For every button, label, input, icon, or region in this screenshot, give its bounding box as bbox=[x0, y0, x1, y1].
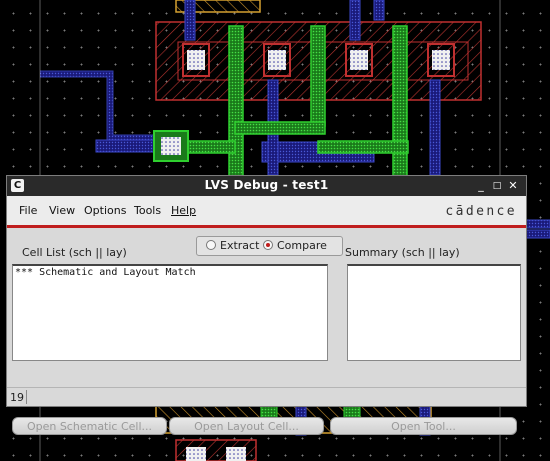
extract-radio-label[interactable]: Extract bbox=[220, 239, 259, 252]
minimize-button[interactable]: _ bbox=[474, 179, 488, 193]
menu-tools[interactable]: Tools bbox=[134, 204, 161, 217]
menu-options[interactable]: Options bbox=[84, 204, 126, 217]
open-tool-button[interactable]: Open Tool... bbox=[330, 417, 517, 435]
maximize-button[interactable]: □ bbox=[490, 179, 504, 193]
mode-radio-group: Extract Compare bbox=[196, 236, 343, 256]
compare-radio[interactable] bbox=[263, 240, 273, 250]
status-divider bbox=[26, 390, 27, 404]
extract-radio[interactable] bbox=[206, 240, 216, 250]
menu-file[interactable]: File bbox=[19, 204, 37, 217]
close-button[interactable]: ✕ bbox=[506, 179, 520, 193]
status-count: 19 bbox=[10, 391, 24, 404]
cadence-logo: cādence bbox=[445, 204, 517, 219]
menu-help[interactable]: Help bbox=[171, 204, 196, 217]
lvs-debug-dialog: C LVS Debug - test1 _ □ ✕ File View Opti… bbox=[6, 175, 527, 435]
cell-list-box[interactable]: *** Schematic and Layout Match bbox=[12, 264, 328, 361]
menu-view[interactable]: View bbox=[49, 204, 75, 217]
list-item[interactable]: *** Schematic and Layout Match bbox=[13, 266, 327, 278]
cell-list-label: Cell List (sch || lay) bbox=[22, 246, 127, 259]
compare-radio-label[interactable]: Compare bbox=[277, 239, 327, 252]
summary-label: Summary (sch || lay) bbox=[345, 246, 460, 259]
dialog-body: Cell List (sch || lay) Extract Compare S… bbox=[7, 228, 526, 435]
menu-bar: File View Options Tools Help cādence bbox=[7, 196, 526, 225]
open-layout-cell-button[interactable]: Open Layout Cell... bbox=[169, 417, 324, 435]
status-bar: 19 bbox=[7, 387, 526, 407]
summary-box[interactable] bbox=[347, 264, 521, 361]
open-schematic-cell-button[interactable]: Open Schematic Cell... bbox=[12, 417, 167, 435]
window-title: LVS Debug - test1 bbox=[204, 178, 329, 192]
title-bar[interactable]: C LVS Debug - test1 _ □ ✕ bbox=[7, 176, 526, 196]
